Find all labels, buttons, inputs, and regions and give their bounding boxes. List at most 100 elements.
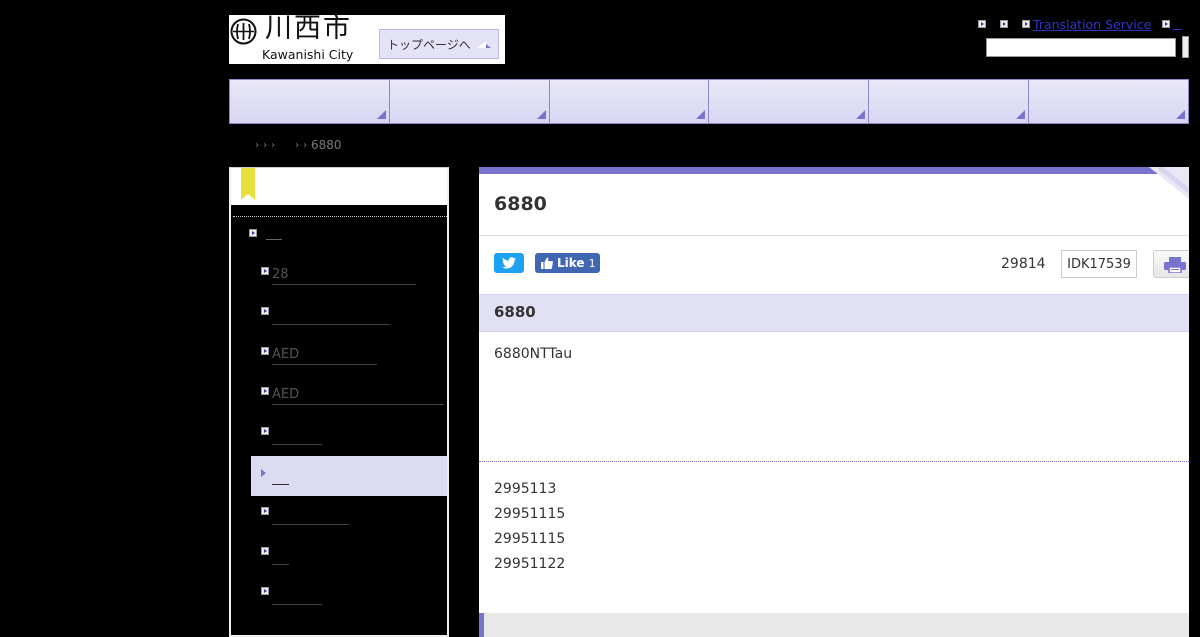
footer-band bbox=[479, 613, 1189, 637]
facebook-like-icon bbox=[541, 257, 553, 269]
site-logo[interactable]: 川西市 Kawanishi City トップページへ bbox=[229, 13, 505, 64]
twitter-share-button[interactable] bbox=[494, 253, 524, 273]
section-title: 6880 bbox=[494, 303, 536, 321]
sidebar-item-label bbox=[272, 546, 289, 565]
sidebar-item-label: AED bbox=[272, 386, 444, 405]
top-page-label: トップページへ bbox=[387, 37, 471, 52]
sidebar-item[interactable] bbox=[251, 536, 447, 576]
global-nav-item-4[interactable] bbox=[709, 79, 870, 124]
breadcrumb-separator: › bbox=[303, 139, 307, 151]
bullet-icon bbox=[261, 427, 269, 435]
bullet-icon bbox=[978, 20, 986, 28]
sidebar-item[interactable] bbox=[251, 416, 447, 456]
facebook-like-count: 1 bbox=[588, 256, 596, 270]
corner-arrow-icon bbox=[1175, 110, 1185, 119]
section-header: 6880 bbox=[479, 294, 1189, 332]
date-list: 2995113 29951115 29951115 29951122 bbox=[494, 477, 565, 577]
arrow-up-icon bbox=[477, 41, 491, 48]
corner-decoration-icon bbox=[1149, 167, 1189, 199]
sidebar: 28 AED AED bbox=[229, 167, 449, 637]
main-content: 6880 Like 1 29814 IDK17539 6880 6880NTTa… bbox=[479, 167, 1189, 637]
sidebar-item[interactable] bbox=[251, 296, 447, 336]
sidebar-item-label bbox=[272, 426, 322, 445]
bullet-icon bbox=[1000, 20, 1008, 28]
bullet-icon bbox=[261, 347, 269, 355]
sidebar-item[interactable] bbox=[251, 496, 447, 536]
kawanishi-logo-icon bbox=[230, 18, 257, 45]
corner-arrow-icon bbox=[856, 110, 866, 119]
bullet-icon bbox=[261, 547, 269, 555]
sidebar-item[interactable] bbox=[251, 576, 447, 616]
ribbon-icon bbox=[241, 168, 255, 200]
sidebar-root-link[interactable] bbox=[266, 226, 282, 240]
breadcrumb-current: 6880 bbox=[311, 138, 342, 152]
corner-arrow-icon bbox=[536, 110, 546, 119]
global-nav-item-3[interactable] bbox=[549, 79, 710, 124]
breadcrumb-separator: › bbox=[271, 139, 275, 151]
utility-link-1[interactable] bbox=[978, 20, 989, 28]
sidebar-header bbox=[231, 168, 447, 205]
facebook-like-button[interactable]: Like 1 bbox=[535, 253, 600, 273]
corner-arrow-icon bbox=[696, 110, 706, 119]
bullet-icon bbox=[261, 387, 269, 395]
date-line: 29951115 bbox=[494, 506, 566, 522]
global-nav-item-5[interactable] bbox=[869, 79, 1030, 124]
breadcrumb-separator: › bbox=[255, 139, 259, 151]
sidebar-item[interactable]: AED bbox=[251, 336, 447, 376]
date-line: 2995113 bbox=[494, 481, 557, 497]
utility-links: Translation Service bbox=[978, 15, 1193, 33]
bullet-icon bbox=[261, 267, 269, 275]
logo-text-jp: 川西市 bbox=[265, 13, 352, 44]
global-nav-item-6[interactable] bbox=[1029, 79, 1189, 124]
sidebar-item-active[interactable] bbox=[251, 456, 447, 496]
page-code: IDK17539 bbox=[1061, 250, 1137, 278]
bullet-icon bbox=[261, 507, 269, 515]
breadcrumb: › › › › › 6880 bbox=[253, 137, 342, 153]
facebook-like-label: Like bbox=[557, 256, 585, 270]
top-page-button[interactable]: トップページへ bbox=[379, 29, 499, 59]
search-button[interactable] bbox=[1182, 36, 1189, 58]
sidebar-item-label: 28 bbox=[272, 266, 416, 285]
twitter-icon bbox=[502, 257, 516, 269]
main-accent-bar bbox=[479, 167, 1189, 174]
translation-link-item[interactable]: Translation Service bbox=[1022, 17, 1151, 32]
title-divider bbox=[479, 235, 1189, 236]
sidebar-divider bbox=[233, 216, 447, 217]
sidebar-root-item[interactable] bbox=[249, 226, 282, 240]
bullet-icon bbox=[249, 229, 257, 237]
body-text: 6880NTTau bbox=[494, 346, 573, 362]
logo-text-en: Kawanishi City bbox=[262, 47, 354, 62]
page-number: 29814 bbox=[1001, 256, 1046, 272]
dotted-divider bbox=[479, 461, 1189, 462]
bullet-icon bbox=[1162, 20, 1171, 28]
print-icon bbox=[1164, 257, 1186, 273]
print-button[interactable] bbox=[1153, 250, 1189, 278]
sidebar-item[interactable]: AED bbox=[251, 376, 447, 416]
sidebar-item-label bbox=[272, 586, 322, 605]
translation-service-link[interactable]: Translation Service bbox=[1033, 17, 1151, 32]
page-title: 6880 bbox=[494, 193, 547, 215]
sidebar-item-label bbox=[272, 506, 349, 525]
date-line: 29951115 bbox=[494, 531, 566, 547]
bullet-icon bbox=[261, 307, 269, 315]
date-line: 29951122 bbox=[494, 556, 566, 572]
global-nav-item-2[interactable] bbox=[389, 79, 550, 124]
bullet-icon bbox=[1022, 20, 1030, 28]
utility-link-stub[interactable] bbox=[1173, 19, 1183, 30]
sidebar-item[interactable]: 28 bbox=[251, 256, 447, 296]
sidebar-item-label bbox=[272, 466, 289, 485]
search-input[interactable] bbox=[986, 38, 1176, 57]
sidebar-list: 28 AED AED bbox=[251, 256, 447, 616]
sidebar-item-label: AED bbox=[272, 346, 377, 365]
arrow-right-icon bbox=[261, 469, 266, 477]
bullet-icon bbox=[261, 587, 269, 595]
utility-link-2[interactable] bbox=[1000, 20, 1011, 28]
global-nav-item-1[interactable] bbox=[229, 79, 390, 124]
breadcrumb-separator: › bbox=[263, 139, 267, 151]
breadcrumb-separator: › bbox=[295, 139, 299, 151]
corner-arrow-icon bbox=[1016, 110, 1026, 119]
corner-arrow-icon bbox=[376, 110, 386, 119]
breadcrumb-link[interactable] bbox=[277, 139, 293, 151]
utility-link-4[interactable] bbox=[1162, 19, 1183, 30]
sidebar-item-label bbox=[272, 306, 390, 325]
